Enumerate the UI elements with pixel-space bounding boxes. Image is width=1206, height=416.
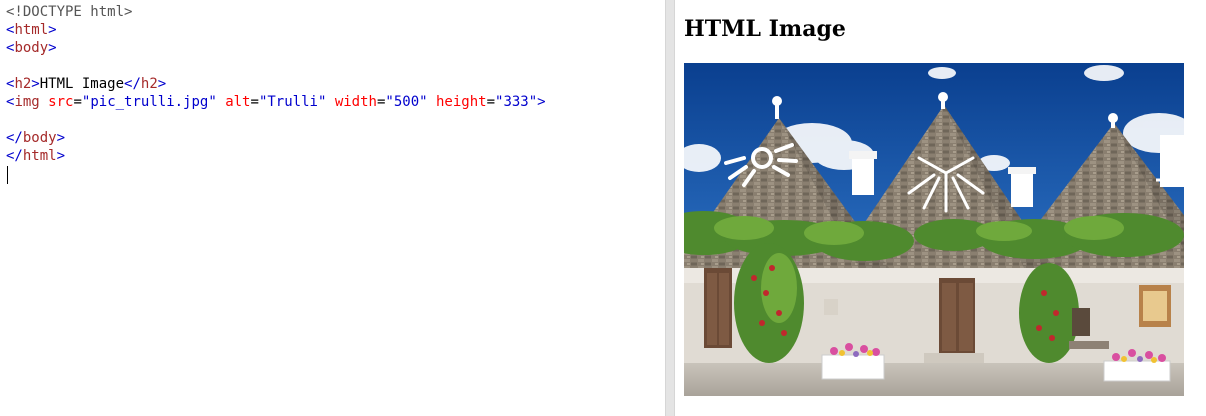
code-token-attr: height: [436, 94, 487, 110]
code-token-bracket: </: [6, 130, 23, 146]
code-token-bracket: >: [48, 22, 57, 38]
code-line[interactable]: <!DOCTYPE html>: [6, 3, 546, 21]
trulli-image: [684, 63, 1184, 396]
code-token-tag: h2: [140, 76, 158, 92]
code-token-doctype: <!DOCTYPE html>: [6, 4, 133, 20]
code-token-eq: =: [250, 94, 259, 110]
code-token-tag: img: [14, 94, 40, 110]
code-token-string: "500": [385, 94, 428, 110]
code-line[interactable]: [6, 111, 546, 129]
code-token-bracket: >: [31, 76, 40, 92]
code-line[interactable]: <h2>HTML Image</h2>: [6, 75, 546, 93]
code-token-string: "Trulli": [258, 94, 327, 110]
code-token-string: "333": [495, 94, 538, 110]
code-editor[interactable]: <!DOCTYPE html> <html> <body> <h2>HTML Imag…: [0, 0, 665, 416]
code-line[interactable]: <body>: [6, 39, 546, 57]
code-token-tag: body: [14, 40, 49, 56]
code-token-bracket: </: [124, 76, 141, 92]
code-token-string: "pic_trulli.jpg": [81, 94, 217, 110]
code-line[interactable]: <html>: [6, 21, 546, 39]
code-token-eq: =: [486, 94, 496, 110]
code-token-bracket: >: [56, 148, 66, 164]
code-token-bracket: >: [157, 76, 167, 92]
text-cursor: [7, 166, 8, 184]
code-line[interactable]: </body>: [6, 129, 546, 147]
pane-divider[interactable]: [665, 0, 675, 416]
code-token-bracket: >: [537, 94, 546, 110]
preview-heading: HTML Image: [684, 16, 846, 42]
code-token-attr: width: [334, 94, 377, 110]
code-token-attr: src: [48, 94, 74, 110]
code-token-bracket: </: [6, 148, 23, 164]
result-preview: HTML Image: [675, 0, 1206, 416]
code-line[interactable]: [6, 57, 546, 75]
code-token-text: HTML Image: [39, 76, 125, 92]
code-token-eq: =: [73, 94, 82, 110]
code-token-bracket: >: [56, 130, 66, 146]
code-token-tag: html: [14, 22, 49, 38]
code-token-tag: html: [22, 148, 57, 164]
code-lines[interactable]: <!DOCTYPE html> <html> <body> <h2>HTML Imag…: [6, 3, 546, 165]
code-token-attr: alt: [225, 94, 251, 110]
code-line[interactable]: </html>: [6, 147, 546, 165]
code-token-tag: h2: [14, 76, 32, 92]
code-line[interactable]: <img src="pic_trulli.jpg" alt="Trulli" w…: [6, 93, 546, 111]
code-token-tag: body: [22, 130, 57, 146]
code-token-bracket: >: [48, 40, 57, 56]
